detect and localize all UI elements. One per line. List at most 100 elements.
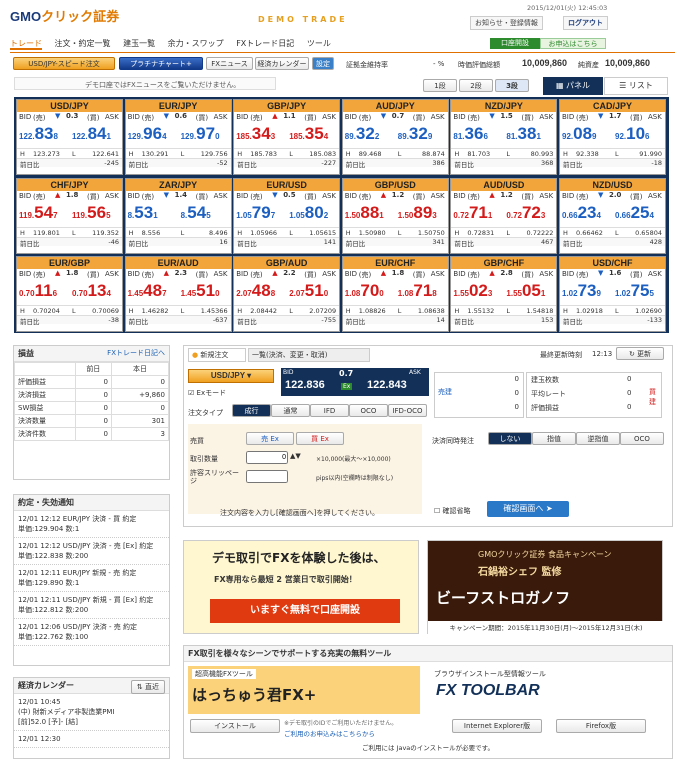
buy-side-button[interactable]: 買 Ex (296, 432, 344, 445)
campaign-ad[interactable]: GMOクリック証券 食品キャンペーン 石鍋裕シェフ 監修 ビーフストロガノフ キ… (427, 540, 664, 635)
order-type-tab[interactable]: IFD (310, 404, 349, 417)
ask-price[interactable]: 1.45510 (181, 281, 220, 301)
settings-button[interactable]: 設定 (312, 57, 334, 70)
exec-item[interactable]: 12/01 12:12 EUR/JPY 決済 - 買 約定 単価:129.904 … (14, 511, 169, 538)
bid-price[interactable]: 89.322 (345, 124, 380, 144)
rate-tile[interactable]: EUR/CHF BID (売) ▲ 1.8 (買) ASK 1.08700 1.08718 H 1.… (341, 256, 449, 332)
nav-orders[interactable]: 注文・約定一覧 (55, 39, 111, 48)
tab-new-order[interactable]: ● 新規注文 (188, 348, 246, 362)
bid-price[interactable]: 2.07488 (236, 281, 275, 301)
ad-open-account-button[interactable]: いますぐ無料で口座開設 (210, 599, 400, 623)
view-list-tab[interactable]: ☰ リスト (604, 77, 668, 95)
rate-tile[interactable]: NZD/USD BID (売) ▼ 2.0 (買) ASK 0.66234 0.66254 H 0.… (559, 177, 666, 254)
bid-price[interactable]: 92.089 (562, 124, 597, 144)
exec-item[interactable]: 12/01 12:11 USD/JPY 新規 - 買 [Ex] 約定 単価:122… (14, 592, 169, 619)
calendar-item[interactable]: 12/01 10:45 (中) 財新メディア非製造業PMI [前]52.0 [予]-… (14, 694, 169, 731)
ask-price[interactable]: 0.66254 (615, 203, 654, 223)
rate-tile[interactable]: EUR/JPY BID (売) ▼ 0.6 (買) ASK 129.964 129.970 H 13… (124, 99, 232, 175)
exec-item[interactable]: 12/01 12:11 EUR/JPY 新規 - 売 約定 単価:129.890 … (14, 565, 169, 592)
ask-price[interactable]: 2.07510 (289, 281, 328, 301)
ask-price[interactable]: 185.354 (289, 124, 328, 144)
platinum-chart-button[interactable]: プラチナチャート+ (119, 57, 203, 70)
ask-price[interactable]: 89.329 (398, 124, 433, 144)
nav-trade[interactable]: トレード (10, 39, 42, 50)
rate-tile[interactable]: AUD/JPY BID (売) ▼ 0.7 (買) ASK 89.322 89.329 H 89.4… (341, 99, 449, 175)
rate-tile[interactable]: GBP/AUD BID (売) ▲ 2.2 (買) ASK 2.07488 2.07510 H 2.… (233, 256, 341, 332)
rate-tile[interactable]: GBP/CHF BID (売) ▲ 2.8 (買) ASK 1.55023 1.55051 H 1.… (450, 256, 558, 332)
ask-price[interactable]: 1.05802 (289, 203, 328, 223)
order-ask[interactable]: 122.843 (367, 379, 407, 391)
nav-margin[interactable]: 余力・スワップ (168, 39, 224, 48)
bid-price[interactable]: 1.02739 (562, 281, 601, 301)
order-type-tab[interactable]: 成行 (232, 404, 271, 417)
tool1-banner[interactable]: 超高機能FXツール はっちゅう君FX+ (188, 666, 420, 714)
tool1-apply-link[interactable]: ご利用のお申込みはこちらから (284, 728, 375, 738)
rate-tile[interactable]: USD/CHF BID (売) ▼ 1.6 (買) ASK 1.02739 1.02755 H 1.… (559, 256, 666, 332)
bid-price[interactable]: 8.531 (128, 203, 158, 223)
rate-tile[interactable]: EUR/AUD BID (売) ▲ 2.3 (買) ASK 1.45487 1.45510 H 1.… (124, 256, 232, 332)
nav-tools[interactable]: ツール (307, 39, 331, 48)
rate-tile[interactable]: AUD/USD BID (売) ▲ 1.2 (買) ASK 0.72711 0.72723 H 0.… (450, 177, 558, 254)
ask-price[interactable]: 8.545 (181, 203, 211, 223)
exec-item[interactable]: 12/01 12:12 USD/JPY 決済 - 売 [Ex] 約定 単価:122… (14, 538, 169, 565)
pair-select[interactable]: USD/JPY ▾ (188, 369, 274, 383)
confirm-button[interactable]: 確認画面へ ➤ (487, 501, 569, 517)
ask-price[interactable]: 1.02755 (615, 281, 654, 301)
bid-price[interactable]: 129.964 (128, 124, 167, 144)
rate-tile[interactable]: GBP/USD BID (売) ▲ 1.2 (買) ASK 1.50881 1.50893 H 1.… (341, 177, 449, 254)
ask-price[interactable]: 119.565 (72, 203, 111, 223)
slip-input[interactable] (246, 470, 288, 483)
bid-price[interactable]: 81.366 (453, 124, 488, 144)
bid-price[interactable]: 1.05797 (236, 203, 275, 223)
tool2-banner[interactable]: ブラウザインストール型情報ツール FX TOOLBAR (430, 666, 668, 714)
rate-tile[interactable]: CAD/JPY BID (売) ▼ 1.7 (買) ASK 92.089 92.106 H 92.3… (559, 99, 666, 175)
ex-mode-checkbox[interactable]: ☑ Exモード (188, 388, 226, 398)
ask-price[interactable]: 81.381 (506, 124, 541, 144)
calendar-recent-button[interactable]: ⇅ 直近 (130, 680, 165, 694)
nav-diary[interactable]: FXトレード日記 (236, 39, 294, 48)
order-bid[interactable]: 122.836 (285, 379, 325, 391)
qty-stepper[interactable]: ▲▼ (290, 452, 301, 460)
bid-price[interactable]: 185.343 (236, 124, 275, 144)
settle-option[interactable]: 指值 (532, 432, 576, 445)
bid-price[interactable]: 0.72711 (453, 203, 492, 223)
bid-price[interactable]: 1.45487 (128, 281, 167, 301)
diary-link[interactable]: FXトレード日記へ (107, 348, 165, 358)
ask-price[interactable]: 1.08718 (398, 281, 437, 301)
ask-price[interactable]: 92.106 (615, 124, 650, 144)
lot-1[interactable]: 1段 (423, 79, 457, 92)
ask-price[interactable]: 0.70134 (72, 281, 111, 301)
bid-price[interactable]: 122.838 (19, 124, 58, 144)
qty-input[interactable] (246, 451, 288, 464)
rate-tile[interactable]: USD/JPY BID (売) ▼ 0.3 (買) ASK 122.838 122.841 H 12… (16, 99, 123, 175)
lot-2[interactable]: 2段 (459, 79, 493, 92)
order-type-tab[interactable]: OCO (349, 404, 388, 417)
bid-price[interactable]: 1.50881 (345, 203, 384, 223)
bid-price[interactable]: 1.55023 (453, 281, 492, 301)
refresh-button[interactable]: ↻ 更新 (616, 347, 664, 360)
order-type-tab[interactable]: 通常 (271, 404, 310, 417)
skip-confirm-checkbox[interactable]: ☐ 確認省略 (434, 506, 471, 516)
speed-order-button[interactable]: USD/JPY-スピード注文 (13, 57, 115, 70)
settle-option[interactable]: 逆指值 (576, 432, 620, 445)
ask-price[interactable]: 129.970 (181, 124, 220, 144)
tool2-ie-button[interactable]: Internet Explorer版 (452, 719, 542, 733)
settle-option[interactable]: OCO (620, 432, 664, 445)
rate-tile[interactable]: EUR/USD BID (売) ▼ 0.5 (買) ASK 1.05797 1.05802 H 1.… (233, 177, 341, 254)
rate-tile[interactable]: NZD/JPY BID (売) ▼ 1.5 (買) ASK 81.366 81.381 H 81.7… (450, 99, 558, 175)
ask-price[interactable]: 1.50893 (398, 203, 437, 223)
rate-tile[interactable]: EUR/GBP BID (売) ▲ 1.8 (買) ASK 0.70116 0.70134 H 0.… (16, 256, 123, 332)
settle-option[interactable]: しない (488, 432, 532, 445)
ask-price[interactable]: 1.55051 (506, 281, 545, 301)
exec-item[interactable]: 12/01 12:06 USD/JPY 決済 - 売 約定 単価:122.762 … (14, 619, 169, 646)
fx-news-button[interactable]: FXニュース (206, 57, 253, 70)
bid-price[interactable]: 0.66234 (562, 203, 601, 223)
tool1-install-button[interactable]: インストール (190, 719, 280, 733)
account-open-ad[interactable]: デモ取引でFXを体験した後は、 FX専用なら最短 2 営業日で取引開始！ います… (183, 540, 419, 634)
sell-side-button[interactable]: 売 Ex (246, 432, 294, 445)
nav-positions[interactable]: 建玉一覧 (123, 39, 155, 48)
lot-3[interactable]: 3段 (495, 79, 529, 92)
calendar-button[interactable]: 経済カレンダー (255, 57, 309, 70)
rate-tile[interactable]: CHF/JPY BID (売) ▲ 1.8 (買) ASK 119.547 119.565 H 11… (16, 177, 123, 254)
rate-tile[interactable]: ZAR/JPY BID (売) ▼ 1.4 (買) ASK 8.531 8.545 H 8.556 L… (124, 177, 232, 254)
